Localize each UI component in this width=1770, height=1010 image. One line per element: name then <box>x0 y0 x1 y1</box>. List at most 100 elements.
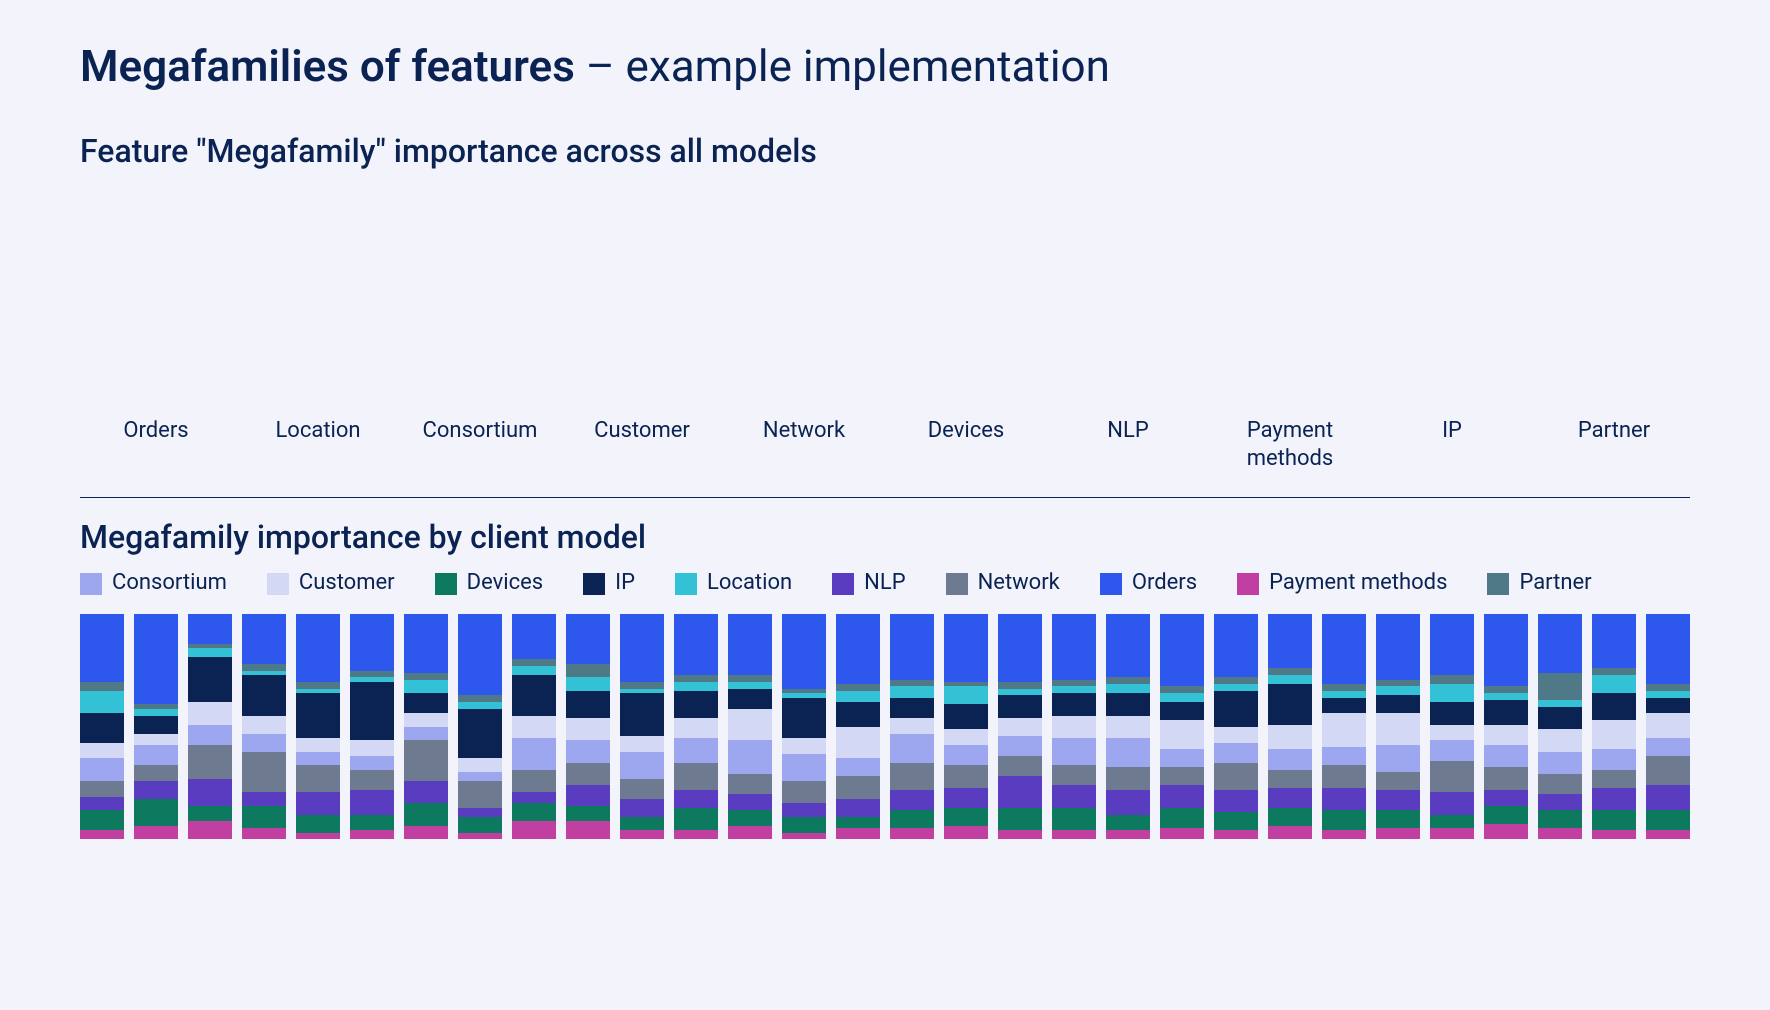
stack-seg-nlp <box>1268 788 1312 808</box>
stack-seg-network <box>1538 774 1582 794</box>
stack-seg-devices <box>134 799 178 826</box>
stack-seg-consortium <box>566 740 610 763</box>
stack-seg-payment-methods <box>512 821 556 839</box>
stack-seg-customer <box>566 718 610 741</box>
legend-swatch <box>1237 573 1259 595</box>
stack-seg-network <box>944 765 988 788</box>
stack-seg-consortium <box>188 725 232 745</box>
stack-seg-customer <box>674 718 718 738</box>
stack-seg-devices <box>944 808 988 826</box>
stack-bar <box>80 614 124 839</box>
stack-seg-location <box>1538 700 1582 707</box>
stack-bar <box>1538 614 1582 839</box>
stack-seg-nlp <box>1160 785 1204 808</box>
stack-seg-orders <box>782 614 826 688</box>
stack-seg-payment-methods <box>404 826 448 840</box>
stack-seg-customer <box>1052 716 1096 739</box>
chart-top-x-labels: OrdersLocationConsortiumCustomerNetworkD… <box>80 407 1690 472</box>
chart-top-bars <box>80 182 1690 407</box>
stack-seg-devices <box>1376 810 1420 828</box>
stack-seg-ip <box>836 702 880 727</box>
stack-seg-network <box>728 774 772 794</box>
stack-seg-orders <box>350 614 394 670</box>
stack-seg-orders <box>458 614 502 695</box>
stack-seg-consortium <box>80 758 124 781</box>
stack-seg-ip <box>188 657 232 702</box>
stack-seg-network <box>1484 767 1528 790</box>
stack-seg-orders <box>1430 614 1474 675</box>
stack-seg-orders <box>1646 614 1690 684</box>
stack-seg-consortium <box>998 736 1042 756</box>
stack-seg-devices <box>512 803 556 821</box>
stack-seg-customer <box>296 738 340 752</box>
stack-seg-partner <box>1538 673 1582 700</box>
page-title-rest: – example implementation <box>575 40 1110 92</box>
stack-seg-network <box>80 781 124 797</box>
stack-seg-customer <box>836 727 880 759</box>
stack-seg-customer <box>188 702 232 725</box>
stack-seg-ip <box>998 695 1042 718</box>
stack-seg-consortium <box>404 727 448 741</box>
stack-seg-location <box>944 686 988 704</box>
stack-bar <box>1322 614 1366 839</box>
stack-seg-orders <box>404 614 448 673</box>
stack-seg-ip <box>1322 698 1366 714</box>
stack-seg-orders <box>944 614 988 682</box>
bar-label: Consortium <box>414 417 546 472</box>
stack-seg-devices <box>242 806 286 829</box>
stack-seg-payment-methods <box>296 833 340 840</box>
stack-seg-customer <box>134 734 178 745</box>
stack-seg-consortium <box>1052 738 1096 765</box>
stack-seg-location <box>836 691 880 702</box>
stack-seg-payment-methods <box>890 828 934 839</box>
stack-seg-nlp <box>566 785 610 805</box>
stack-seg-nlp <box>674 790 718 808</box>
stack-seg-nlp <box>404 781 448 804</box>
stack-seg-location <box>1592 675 1636 693</box>
stack-seg-devices <box>998 808 1042 831</box>
stack-seg-payment-methods <box>134 826 178 840</box>
stack-seg-network <box>620 779 664 799</box>
stack-seg-ip <box>1052 693 1096 716</box>
stack-seg-network <box>1052 765 1096 785</box>
stack-seg-nlp <box>350 790 394 815</box>
stack-seg-partner <box>728 675 772 682</box>
stack-seg-partner <box>1646 684 1690 691</box>
stack-seg-partner <box>1268 668 1312 675</box>
stack-seg-payment-methods <box>1052 830 1096 839</box>
stack-seg-location <box>1268 675 1312 684</box>
stack-bar <box>1646 614 1690 839</box>
stack-seg-location <box>1106 684 1150 693</box>
stack-seg-network <box>512 770 556 793</box>
stack-seg-location <box>1052 686 1096 693</box>
stack-seg-payment-methods <box>566 821 610 839</box>
stack-seg-customer <box>512 716 556 739</box>
legend-item-location: Location <box>675 570 792 596</box>
page-title-bold: Megafamilies of features <box>80 40 575 92</box>
stack-bar <box>404 614 448 839</box>
stack-bar <box>458 614 502 839</box>
stack-seg-location <box>728 682 772 689</box>
stack-seg-ip <box>1592 693 1636 720</box>
bar-label: Partner <box>1548 417 1680 472</box>
stack-seg-customer <box>458 758 502 772</box>
stack-seg-devices <box>1160 808 1204 828</box>
legend-label: Payment methods <box>1269 570 1447 596</box>
stack-seg-orders <box>836 614 880 684</box>
stack-seg-location <box>134 709 178 716</box>
stack-bar <box>1376 614 1420 839</box>
stack-seg-devices <box>782 817 826 833</box>
legend-swatch <box>946 573 968 595</box>
stack-seg-partner <box>350 671 394 678</box>
stack-seg-partner <box>1214 677 1258 684</box>
stack-seg-consortium <box>890 734 934 763</box>
stack-seg-partner <box>512 659 556 666</box>
stack-seg-network <box>1646 756 1690 785</box>
stack-bar <box>134 614 178 839</box>
stack-seg-partner <box>242 664 286 671</box>
stack-seg-customer <box>998 718 1042 736</box>
stack-seg-devices <box>80 810 124 830</box>
bar-label: IP <box>1386 417 1518 472</box>
stack-seg-payment-methods <box>188 821 232 839</box>
stack-seg-consortium <box>674 738 718 763</box>
